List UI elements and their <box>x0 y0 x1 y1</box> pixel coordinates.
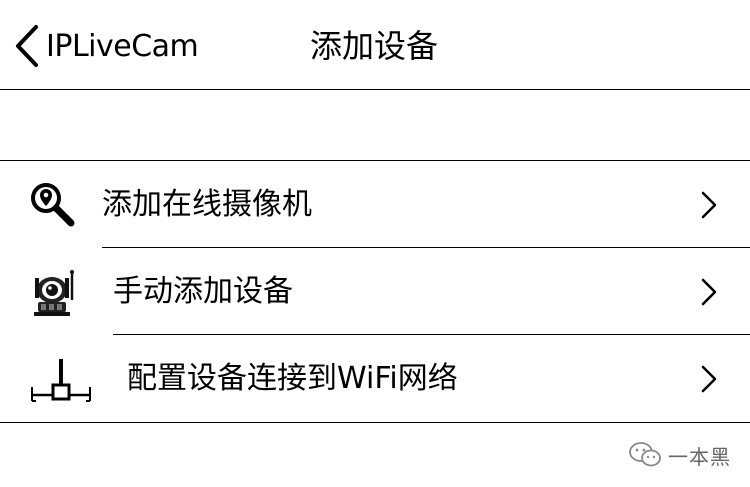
chevron-right-icon <box>701 191 717 219</box>
watermark-text: 一本黑 <box>668 444 731 469</box>
menu-item-add-online-camera[interactable]: 添加在线摄像机 <box>0 161 750 248</box>
chevron-right-icon <box>701 365 717 393</box>
search-location-icon <box>31 183 75 227</box>
navigation-bar: IPLiveCam 添加设备 <box>0 0 750 90</box>
add-device-menu: 添加在线摄像机 手动添加设备 配置设备连接到WiFi网络 <box>0 160 750 423</box>
wechat-logo-icon <box>629 442 661 467</box>
menu-item-label: 手动添加设备 <box>113 274 293 309</box>
menu-item-label: 配置设备连接到WiFi网络 <box>127 361 458 396</box>
menu-item-configure-wifi[interactable]: 配置设备连接到WiFi网络 <box>0 335 750 422</box>
network-connection-icon <box>31 359 91 402</box>
menu-item-label: 添加在线摄像机 <box>102 187 312 222</box>
menu-item-manual-add-device[interactable]: 手动添加设备 <box>0 248 750 335</box>
camera-icon <box>34 270 74 316</box>
chevron-right-icon <box>701 278 717 306</box>
page-title: 添加设备 <box>309 27 438 65</box>
watermark: 一本黑 <box>628 437 731 473</box>
